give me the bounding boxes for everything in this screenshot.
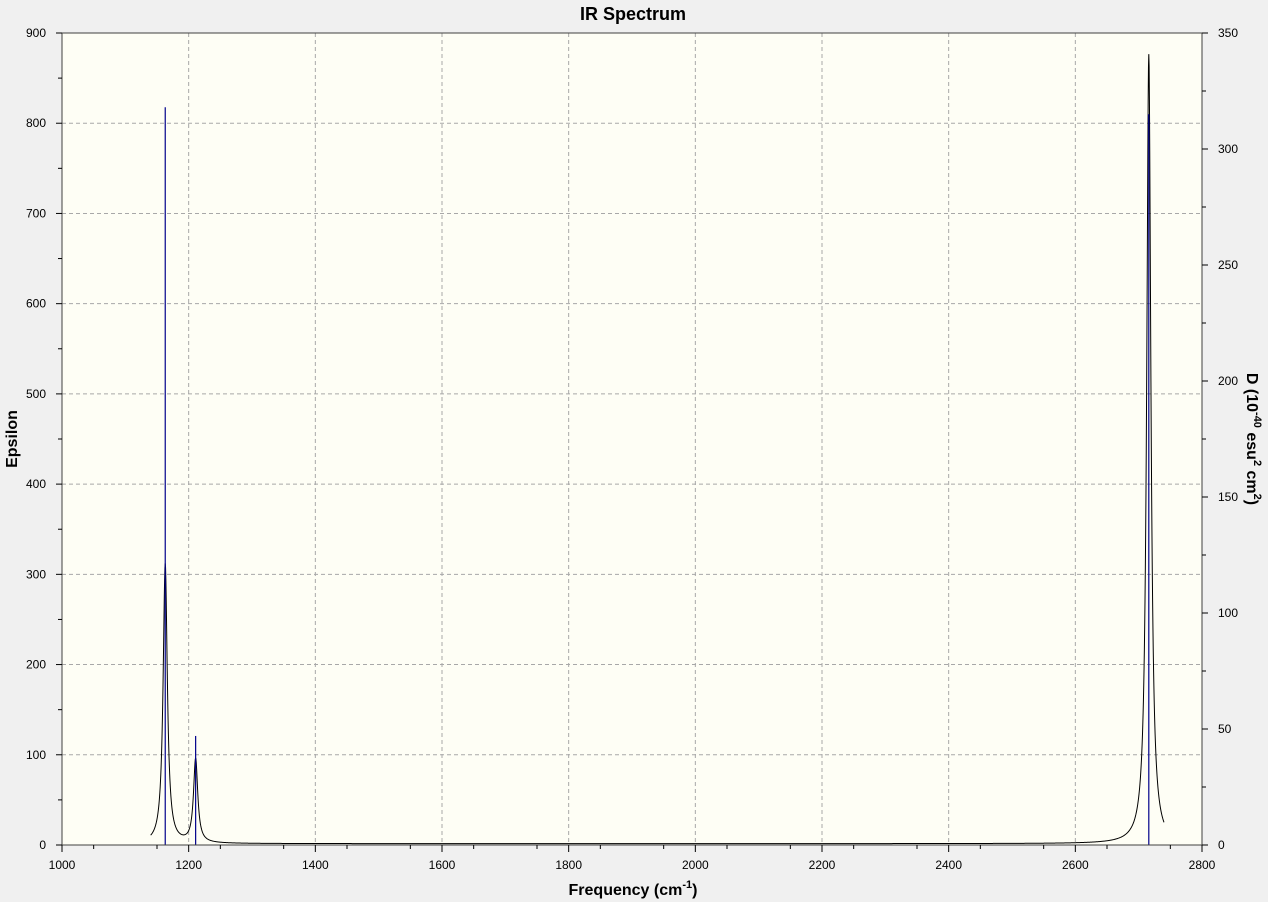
x-tick-label: 2000 [682,858,709,872]
right-y-axis-label-text: D (10 [1243,373,1260,412]
y-left-tick-label: 300 [26,567,46,581]
x-axis-label-sup: -1 [682,879,692,891]
y-right-tick-label: 100 [1218,606,1238,620]
x-tick-label: 2400 [935,858,962,872]
x-tick-label: 2200 [809,858,836,872]
x-axis-label: Frequency (cm-1) [569,879,698,899]
y-left-tick-label: 100 [26,748,46,762]
left-y-axis-label: Epsilon [4,410,21,468]
y-right-tick-label: 150 [1218,490,1238,504]
y-left-tick-label: 500 [26,387,46,401]
y-left-tick-label: 700 [26,206,46,220]
right-y-axis-label-mid: esu [1243,428,1260,460]
right-y-axis-label-mid2: cm [1243,466,1260,494]
plot-area [62,33,1202,845]
x-tick-label: 1600 [429,858,456,872]
right-y-axis-label-sup1: -40 [1251,412,1263,428]
right-y-axis-label: D (10-40 esu2 cm2) [1243,373,1263,505]
y-left-tick-label: 200 [26,658,46,672]
y-right-tick-label: 200 [1218,374,1238,388]
x-tick-label: 1000 [49,858,76,872]
y-right-tick-label: 300 [1218,142,1238,156]
x-axis-label-text: Frequency (cm [569,882,683,899]
x-axis-label-tail: ) [692,882,697,899]
chart-title: IR Spectrum [580,4,686,24]
y-right-tick-label: 0 [1218,838,1225,852]
x-tick-label: 1200 [175,858,202,872]
x-tick-label: 2600 [1062,858,1089,872]
right-y-axis-label-tail: ) [1243,500,1260,505]
y-left-tick-label: 400 [26,477,46,491]
y-right-tick-label: 350 [1218,26,1238,40]
x-tick-label: 2800 [1189,858,1216,872]
y-left-tick-label: 600 [26,297,46,311]
y-right-tick-label: 50 [1218,722,1232,736]
ir-spectrum-chart: 1000 1200 1400 1600 1800 2000 2200 2400 2600 2800… [0,0,1268,902]
y-left-tick-label: 800 [26,116,46,130]
x-tick-label: 1800 [555,858,582,872]
y-left-tick-label: 0 [39,838,46,852]
y-left-tick-label: 900 [26,26,46,40]
x-tick-label: 1400 [302,858,329,872]
y-right-tick-label: 250 [1218,258,1238,272]
